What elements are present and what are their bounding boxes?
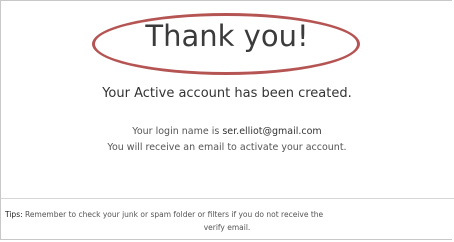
activation-note: You will receive an email to activate yo… [107,142,347,153]
login-name-label: Your login name is [132,126,223,137]
tips-label: Tips: [5,210,23,219]
tips-text-continued: verify email. [203,223,251,232]
tips-line: Tips: Remember to check your junk or spa… [5,209,454,221]
login-email: ser.elliot@gmail.com [222,126,322,137]
tips-text: Remember to check your junk or spam fold… [22,210,324,219]
account-created-message: Your Active account has been created. [102,86,352,101]
annotation-ellipse [92,13,360,75]
divider [1,198,454,199]
login-name-line: Your login name is ser.elliot@gmail.com [0,126,454,138]
